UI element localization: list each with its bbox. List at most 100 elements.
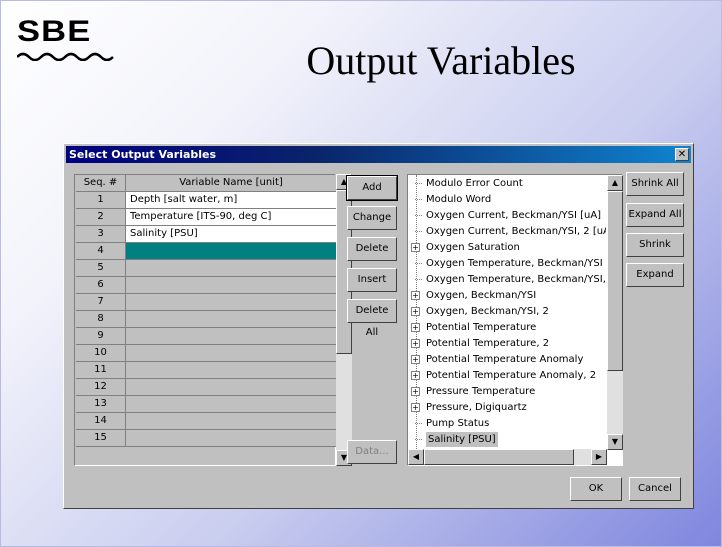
change-button[interactable]: Change: [347, 206, 397, 230]
variable-name-cell[interactable]: [126, 311, 337, 328]
tree-scroll-up-button[interactable]: ▲: [607, 175, 623, 191]
tree-item[interactable]: + Pressure Temperature: [410, 384, 606, 400]
expand-plus-icon[interactable]: +: [411, 355, 420, 364]
tree-hscroll-thumb[interactable]: [424, 449, 574, 465]
tree-item[interactable]: Modulo Error Count: [410, 176, 606, 192]
table-row[interactable]: 9: [76, 328, 337, 345]
tree-item-label: Pressure, Digiquartz: [426, 402, 527, 413]
variable-name-cell[interactable]: [126, 243, 337, 260]
tree-item[interactable]: Pump Status: [410, 416, 606, 432]
tree-item-label: Oxygen Temperature, Beckman/YSI, 2 [deg: [426, 274, 606, 285]
variable-name-cell[interactable]: [126, 379, 337, 396]
tree-connector: [415, 263, 422, 264]
table-row[interactable]: 4: [76, 243, 337, 260]
tree-item[interactable]: + Oxygen, Beckman/YSI: [410, 288, 606, 304]
expand-plus-icon[interactable]: +: [411, 243, 420, 252]
variable-name-cell[interactable]: [126, 413, 337, 430]
add-button[interactable]: Add: [346, 175, 398, 201]
variable-name-cell[interactable]: Temperature [ITS-90, deg C]: [126, 209, 337, 226]
expand-plus-icon[interactable]: +: [411, 291, 420, 300]
table-row[interactable]: 15: [76, 430, 337, 447]
seq-number-cell: 10: [76, 345, 126, 362]
expand-plus-icon[interactable]: +: [411, 339, 420, 348]
tree-item[interactable]: Oxygen Current, Beckman/YSI, 2 [uA]: [410, 224, 606, 240]
table-row[interactable]: 13: [76, 396, 337, 413]
seq-number-cell: 1: [76, 192, 126, 209]
table-row[interactable]: 6: [76, 277, 337, 294]
variable-name-cell[interactable]: [126, 362, 337, 379]
tree-item-label: Potential Temperature: [426, 322, 537, 333]
data-button[interactable]: Data...: [347, 440, 397, 464]
expand-all-button[interactable]: Expand All: [626, 203, 684, 227]
tree-item[interactable]: + Potential Temperature, 2: [410, 336, 606, 352]
tree-item-label: Potential Temperature, 2: [426, 338, 550, 349]
table-row[interactable]: 14: [76, 413, 337, 430]
tree-item-label: Potential Temperature Anomaly, 2: [426, 370, 597, 381]
delete-all-button[interactable]: Delete All: [347, 299, 397, 338]
tree-item[interactable]: + Potential Temperature Anomaly: [410, 352, 606, 368]
tree-item[interactable]: + Oxygen, Beckman/YSI, 2: [410, 304, 606, 320]
table-row[interactable]: 7: [76, 294, 337, 311]
insert-button[interactable]: Insert: [347, 268, 397, 292]
tree-item-label: Oxygen Current, Beckman/YSI [uA]: [426, 210, 602, 221]
slide-title: Output Variables: [306, 38, 576, 83]
table-row[interactable]: 12: [76, 379, 337, 396]
delete-button[interactable]: Delete: [347, 237, 397, 261]
variable-name-cell[interactable]: Salinity [PSU]: [126, 226, 337, 243]
tree-connector: [415, 231, 422, 232]
table-row[interactable]: 2 Temperature [ITS-90, deg C]: [76, 209, 337, 226]
table-row[interactable]: 10: [76, 345, 337, 362]
tree-item[interactable]: + Pressure, Digiquartz: [410, 400, 606, 416]
variable-name-cell[interactable]: Depth [salt water, m]: [126, 192, 337, 209]
tree-item[interactable]: Salinity [PSU]: [410, 432, 606, 448]
table-row[interactable]: 1 Depth [salt water, m]: [76, 192, 337, 209]
cancel-button[interactable]: Cancel: [629, 477, 681, 501]
expand-plus-icon[interactable]: +: [411, 307, 420, 316]
seq-number-cell: 6: [76, 277, 126, 294]
tree-scroll-thumb[interactable]: [607, 191, 623, 371]
variable-name-cell[interactable]: [126, 430, 337, 447]
table-row[interactable]: 3 Salinity [PSU]: [76, 226, 337, 243]
tree-scroll-left-button[interactable]: ◀: [408, 449, 424, 465]
seq-number-cell: 5: [76, 260, 126, 277]
tree-item-label: Pressure Temperature: [426, 386, 536, 397]
variable-name-cell[interactable]: [126, 260, 337, 277]
tree-item[interactable]: Oxygen Temperature, Beckman/YSI, 2 [deg: [410, 272, 606, 288]
table-row[interactable]: 11: [76, 362, 337, 379]
seq-number-cell: 14: [76, 413, 126, 430]
shrink-all-button[interactable]: Shrink All: [626, 172, 684, 196]
expand-plus-icon[interactable]: +: [411, 371, 420, 380]
expand-button[interactable]: Expand: [626, 263, 684, 287]
variable-tree[interactable]: Modulo Error Count Modulo Word Oxygen Curr…: [407, 174, 623, 466]
variable-name-cell[interactable]: [126, 328, 337, 345]
tree-scroll-right-button[interactable]: ▶: [591, 449, 607, 465]
tree-item[interactable]: Modulo Word: [410, 192, 606, 208]
tree-vertical-scrollbar[interactable]: ▲ ▼: [607, 175, 623, 450]
ok-button[interactable]: OK: [570, 477, 622, 501]
variable-name-cell[interactable]: [126, 294, 337, 311]
tree-scroll-down-button[interactable]: ▼: [607, 434, 623, 450]
table-row[interactable]: 5: [76, 260, 337, 277]
variables-grid[interactable]: Seq. # Variable Name [unit] 1 Depth [salt…: [74, 174, 337, 466]
tree-horizontal-scrollbar[interactable]: ◀ ▶: [408, 449, 607, 465]
tree-item[interactable]: Oxygen Current, Beckman/YSI [uA]: [410, 208, 606, 224]
close-button[interactable]: ✕: [675, 148, 689, 161]
tree-item[interactable]: Oxygen Temperature, Beckman/YSI [deg C]: [410, 256, 606, 272]
variable-name-cell[interactable]: [126, 277, 337, 294]
expand-plus-icon[interactable]: +: [411, 403, 420, 412]
variable-name-cell[interactable]: [126, 396, 337, 413]
grid-header-row: Seq. # Variable Name [unit]: [76, 175, 337, 192]
variable-name-cell[interactable]: [126, 345, 337, 362]
table-row[interactable]: 8: [76, 311, 337, 328]
close-icon: ✕: [677, 149, 687, 160]
tree-item-label: Oxygen Saturation: [426, 242, 520, 253]
tree-item[interactable]: + Potential Temperature: [410, 320, 606, 336]
tree-connector: [415, 279, 422, 280]
dialog-title: Select Output Variables: [69, 148, 217, 161]
logo-text: SBE: [17, 15, 92, 48]
shrink-button[interactable]: Shrink: [626, 233, 684, 257]
tree-item[interactable]: + Oxygen Saturation: [410, 240, 606, 256]
expand-plus-icon[interactable]: +: [411, 387, 420, 396]
tree-item[interactable]: + Potential Temperature Anomaly, 2: [410, 368, 606, 384]
expand-plus-icon[interactable]: +: [411, 323, 420, 332]
